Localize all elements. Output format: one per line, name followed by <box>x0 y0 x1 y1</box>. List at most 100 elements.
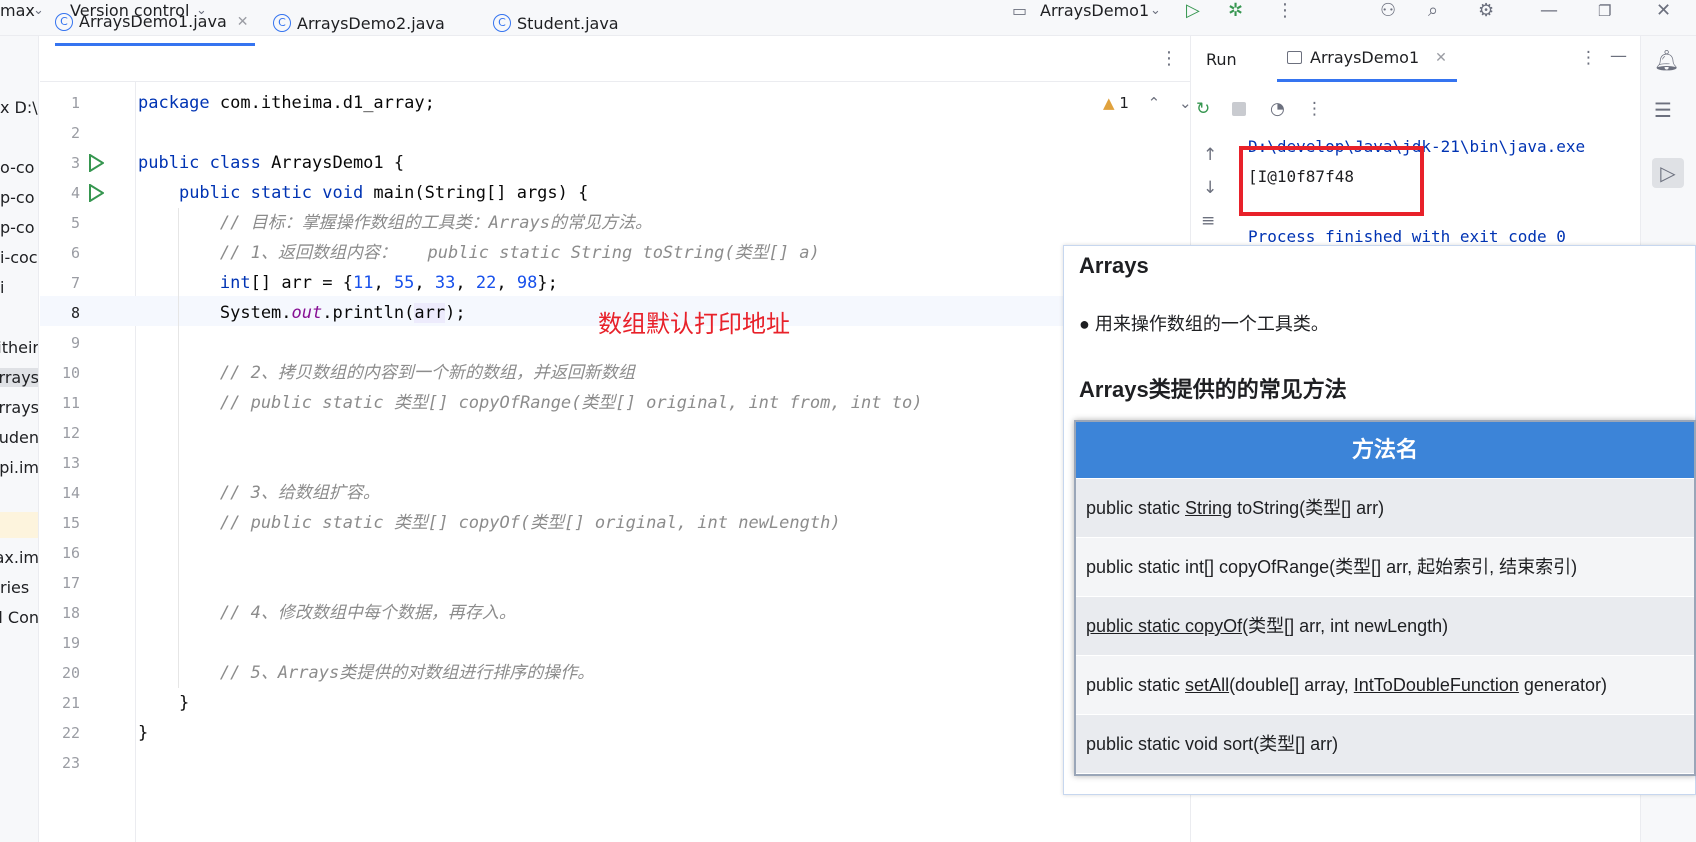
code-line-7[interactable]: int[] arr = {11, 55, 33, 22, 98}; <box>138 268 558 298</box>
line-number: 4 <box>70 184 80 202</box>
line-number: 20 <box>61 664 80 682</box>
tree-item[interactable]: rrays <box>0 398 38 417</box>
more-actions-icon[interactable]: ⋮ <box>1276 0 1294 22</box>
code-line-10[interactable]: // 2、拷贝数组的内容到一个新的数组，并返回新数组 <box>138 358 635 388</box>
tab-label: ArraysDemo1.java <box>79 12 227 31</box>
stop-icon[interactable] <box>1232 102 1246 116</box>
code-line-8[interactable]: System.out.println(arr); <box>138 298 466 328</box>
project-name[interactable]: max <box>0 0 35 22</box>
notifications-icon[interactable]: 🔔︎ <box>1654 48 1679 72</box>
add-user-icon[interactable]: ⚇ <box>1380 0 1396 22</box>
window-icon <box>1287 51 1302 64</box>
scroll-down-icon[interactable]: ↓ <box>1203 178 1217 198</box>
code-line-15[interactable]: // public static 类型[] copyOf(类型[] origin… <box>138 508 841 538</box>
slide-bullet: ● 用来操作数组的一个工具类。 <box>1079 314 1329 334</box>
table-row: public static void sort(类型[] arr) <box>1076 714 1694 773</box>
chevron-down-icon[interactable]: ⌄ <box>33 0 44 22</box>
line-number: 8 <box>70 304 80 322</box>
tab-student[interactable]: C Student.java <box>493 0 619 46</box>
class-icon: C <box>55 12 73 31</box>
tree-item[interactable]: p-co <box>0 218 38 237</box>
line-number: 22 <box>61 724 80 742</box>
run-tool-icon[interactable]: ▷ <box>1652 158 1684 188</box>
tree-item[interactable]: rrays <box>0 368 38 387</box>
chevron-down-icon[interactable]: ⌄ <box>1150 0 1161 22</box>
tree-item[interactable]: max.im <box>0 548 38 567</box>
run-class-icon[interactable] <box>88 148 104 178</box>
indent-guide <box>178 208 179 688</box>
database-icon[interactable]: ☰ <box>1654 98 1672 122</box>
code-line-5[interactable]: // 目标：掌握操作数组的工具类：Arrays的常见方法。 <box>138 208 652 238</box>
code-line-22[interactable]: } <box>138 718 148 748</box>
class-icon: C <box>273 14 291 32</box>
tree-highlight <box>0 512 38 538</box>
more-icon[interactable]: ⋮ <box>1306 99 1323 119</box>
tree-path-hint: x D:\ <box>0 98 38 117</box>
tab-arraysdemo2[interactable]: C ArraysDemo2.java <box>273 0 445 46</box>
code-line-3[interactable]: public class ArraysDemo1 { <box>138 148 404 178</box>
bullet-icon: ● <box>1079 314 1090 334</box>
scroll-up-icon[interactable]: ↑ <box>1203 145 1217 165</box>
rerun-icon[interactable]: ↻ <box>1196 99 1210 119</box>
code-line-18[interactable]: // 4、修改数组中每个数据，再存入。 <box>138 598 516 628</box>
red-annotation: 数组默认打印地址 <box>598 310 790 338</box>
tree-item[interactable]: api.im <box>0 458 38 477</box>
minimize-icon[interactable]: — <box>1610 46 1627 66</box>
run-config-selector[interactable]: ArraysDemo1 <box>1040 0 1149 22</box>
table-row: public static copyOf(类型[] arr, int newLe… <box>1076 596 1694 655</box>
restore-icon[interactable]: ❐ <box>1598 0 1611 22</box>
code-line-14[interactable]: // 3、给数组扩容。 <box>138 478 380 508</box>
tab-arraysdemo1[interactable]: C ArraysDemo1.java ✕ <box>55 0 255 46</box>
inspection-widget[interactable]: ▲ 1 ⌃ ⌄ <box>1103 94 1192 112</box>
code-line-11[interactable]: // public static 类型[] copyOfRange(类型[] o… <box>138 388 923 418</box>
run-panel-title: Run <box>1206 50 1237 69</box>
close-icon[interactable]: ✕ <box>1656 0 1671 22</box>
line-number: 7 <box>70 274 80 292</box>
tree-item[interactable]: itheir <box>0 338 38 357</box>
line-number: 11 <box>61 394 80 412</box>
tree-item[interactable]: d Con <box>0 608 38 627</box>
line-number: 3 <box>70 154 80 172</box>
methods-table: 方法名 public static String toString(类型[] a… <box>1074 420 1696 776</box>
code-line-1[interactable]: package com.itheima.d1_array; <box>138 88 435 118</box>
close-icon[interactable]: ✕ <box>237 14 249 30</box>
close-icon[interactable]: ✕ <box>1435 50 1447 66</box>
run-tab[interactable]: ArraysDemo1 ✕ <box>1277 36 1457 82</box>
gauge-icon[interactable]: ◔ <box>1270 99 1285 119</box>
code-line-21[interactable]: } <box>138 688 189 718</box>
tree-item[interactable]: i-coc <box>0 248 38 267</box>
debug-icon[interactable]: ✲ <box>1228 0 1243 22</box>
run-main-icon[interactable] <box>88 178 104 208</box>
soft-wrap-icon[interactable]: ≡ <box>1201 211 1215 231</box>
search-icon[interactable]: ⌕ <box>1428 0 1438 22</box>
table-row: public static int[] copyOfRange(类型[] arr… <box>1076 537 1694 596</box>
table-row: public static setAll(double[] array, Int… <box>1076 655 1694 714</box>
tree-item[interactable]: ries <box>0 578 38 597</box>
line-number: 23 <box>61 754 80 772</box>
line-number: 21 <box>61 694 80 712</box>
warning-icon: ▲ <box>1103 94 1115 112</box>
tree-item[interactable]: o-co <box>0 158 38 177</box>
tab-label: Student.java <box>517 13 619 33</box>
code-line-20[interactable]: // 5、Arrays类提供的对数组进行排序的操作。 <box>138 658 594 688</box>
minimize-icon[interactable]: — <box>1540 0 1558 22</box>
line-number: 13 <box>61 454 80 472</box>
code-line-6[interactable]: // 1、返回数组内容： public static String toStri… <box>138 238 820 268</box>
more-tabs-icon[interactable]: ⋮ <box>1160 48 1178 69</box>
code-line-4[interactable]: public static void main(String[] args) { <box>138 178 588 208</box>
line-number: 6 <box>70 244 80 262</box>
line-number: 14 <box>61 484 80 502</box>
tree-item[interactable]: i <box>0 278 38 297</box>
line-number: 12 <box>61 424 80 442</box>
more-icon[interactable]: ⋮ <box>1580 48 1597 68</box>
line-number: 16 <box>61 544 80 562</box>
red-highlight-box <box>1239 146 1424 216</box>
chevron-up-icon[interactable]: ⌃ <box>1148 94 1161 112</box>
tree-item[interactable]: tuden <box>0 428 38 447</box>
slide-title: Arrays <box>1079 253 1149 278</box>
gear-icon[interactable]: ⚙ <box>1478 0 1494 22</box>
project-tree: x D:\ o-co p-co p-co i-coc i itheir rray… <box>0 36 39 842</box>
run-icon[interactable]: ▷ <box>1186 0 1200 22</box>
tree-item[interactable]: p-co <box>0 188 38 207</box>
table-row: public static String toString(类型[] arr) <box>1076 478 1694 537</box>
